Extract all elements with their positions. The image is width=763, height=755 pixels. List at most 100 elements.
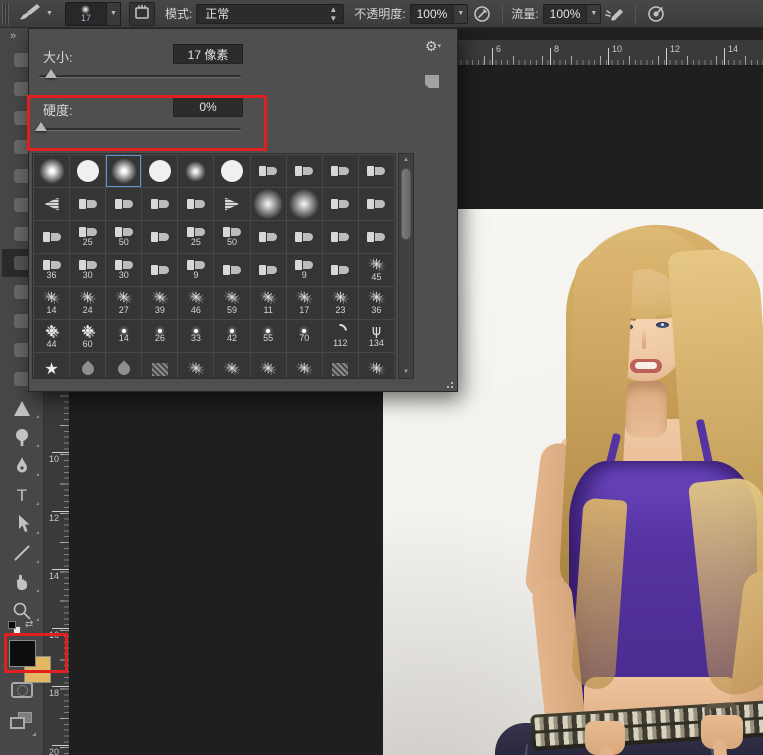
brush-preset[interactable]: [142, 353, 177, 379]
brush-preset[interactable]: ✳23: [323, 287, 358, 319]
screen-mode-button[interactable]: [10, 712, 34, 732]
brush-preset[interactable]: 42: [214, 320, 249, 352]
brush-preset[interactable]: ✳: [178, 353, 213, 379]
brush-preset[interactable]: ✳24: [70, 287, 105, 319]
brush-preset[interactable]: [70, 353, 105, 379]
tool-path-selection[interactable]: [2, 510, 42, 538]
brush-preset[interactable]: [251, 221, 286, 253]
brush-tool-options-button[interactable]: ▼: [17, 1, 53, 26]
brush-preset[interactable]: 14: [106, 320, 141, 352]
brush-preset[interactable]: [214, 155, 249, 187]
brush-preset[interactable]: 112: [323, 320, 358, 352]
brush-preset[interactable]: [251, 188, 286, 220]
resize-grip-icon[interactable]: [444, 379, 453, 388]
brush-preset[interactable]: 30: [70, 254, 105, 286]
airbrush-icon[interactable]: [603, 3, 627, 25]
swap-colors-icon[interactable]: ⇄: [25, 619, 33, 630]
brush-preset[interactable]: [142, 221, 177, 253]
brush-preset[interactable]: [106, 353, 141, 379]
brush-preset[interactable]: ✳36: [359, 287, 394, 319]
new-preset-icon[interactable]: [425, 75, 439, 88]
tool-pen[interactable]: [2, 452, 42, 480]
brush-preset[interactable]: 25: [70, 221, 105, 253]
brush-preset[interactable]: 9: [287, 254, 322, 286]
size-slider-thumb[interactable]: [45, 69, 57, 78]
tool-line[interactable]: [2, 539, 42, 567]
brush-preset[interactable]: [323, 254, 358, 286]
brush-preset[interactable]: ✳45: [359, 254, 394, 286]
panel-menu-button[interactable]: ⚙▾: [425, 39, 441, 55]
opacity-field[interactable]: 100% ▼: [410, 4, 469, 24]
collapse-tools-icon[interactable]: »: [10, 30, 15, 42]
tool-sharpen[interactable]: [2, 394, 42, 422]
brush-preset[interactable]: ✳14: [34, 287, 69, 319]
brush-preset[interactable]: ✳: [251, 353, 286, 379]
brush-preset[interactable]: 30: [106, 254, 141, 286]
brush-preset[interactable]: [70, 155, 105, 187]
options-bar-gripper[interactable]: [2, 3, 9, 25]
brush-preset[interactable]: [70, 188, 105, 220]
quick-mask-button[interactable]: [11, 682, 33, 698]
tablet-opacity-icon[interactable]: [470, 3, 494, 25]
brush-preset[interactable]: [34, 188, 69, 220]
brush-preset[interactable]: [34, 155, 69, 187]
brush-preset[interactable]: 25: [178, 221, 213, 253]
brush-preset[interactable]: [106, 155, 141, 187]
brush-preset[interactable]: [287, 188, 322, 220]
brush-preset[interactable]: [323, 221, 358, 253]
tool-dodge[interactable]: [2, 423, 42, 451]
brush-preset[interactable]: [178, 188, 213, 220]
brush-preset[interactable]: [323, 188, 358, 220]
brush-preset[interactable]: 50: [214, 221, 249, 253]
brush-preset[interactable]: ψ134: [359, 320, 394, 352]
brush-preset[interactable]: ✳39: [142, 287, 177, 319]
brush-preset[interactable]: [323, 353, 358, 379]
brush-picker-caret[interactable]: ▼: [107, 2, 121, 26]
opacity-caret[interactable]: ▼: [453, 5, 467, 23]
flow-field[interactable]: 100% ▼: [543, 4, 602, 24]
brush-preset[interactable]: [142, 155, 177, 187]
scroll-up-icon[interactable]: ▲: [399, 154, 413, 166]
brush-grid-scrollbar[interactable]: ▲ ▼: [398, 153, 414, 379]
scrollbar-thumb[interactable]: [401, 168, 411, 240]
brush-preset-picker-button[interactable]: 17: [65, 2, 107, 26]
brush-preset[interactable]: 33: [178, 320, 213, 352]
brush-preset[interactable]: [214, 254, 249, 286]
tool-hand[interactable]: [2, 568, 42, 596]
brush-preset[interactable]: [34, 221, 69, 253]
flow-caret[interactable]: ▼: [586, 5, 600, 23]
brush-preset[interactable]: 26: [142, 320, 177, 352]
brush-preset[interactable]: 50: [106, 221, 141, 253]
brush-preset[interactable]: [178, 155, 213, 187]
brush-preset[interactable]: ✳: [359, 353, 394, 379]
brush-preset[interactable]: ✳11: [251, 287, 286, 319]
brush-preset[interactable]: 70: [287, 320, 322, 352]
toggle-brush-panel-button[interactable]: [129, 2, 155, 26]
brush-preset[interactable]: [287, 221, 322, 253]
brush-preset[interactable]: ❉44: [34, 320, 69, 352]
brush-preset[interactable]: ✳27: [106, 287, 141, 319]
brush-preset[interactable]: ❉60: [70, 320, 105, 352]
brush-preset[interactable]: ✳59: [214, 287, 249, 319]
brush-preset[interactable]: [214, 188, 249, 220]
brush-preset[interactable]: [323, 155, 358, 187]
brush-preset[interactable]: ✳: [214, 353, 249, 379]
brush-preset[interactable]: [359, 155, 394, 187]
brush-preset[interactable]: ✳46: [178, 287, 213, 319]
mode-select[interactable]: 正常 ▲▼: [196, 4, 344, 24]
brush-preset[interactable]: ✳17: [287, 287, 322, 319]
brush-preset[interactable]: [359, 221, 394, 253]
brush-preset[interactable]: [359, 188, 394, 220]
tool-type[interactable]: T: [2, 481, 42, 509]
brush-preset[interactable]: ✳: [287, 353, 322, 379]
brush-preset[interactable]: 55: [251, 320, 286, 352]
scroll-down-icon[interactable]: ▼: [399, 366, 413, 378]
brush-preset[interactable]: [142, 188, 177, 220]
brush-preset[interactable]: [251, 155, 286, 187]
brush-preset[interactable]: [142, 254, 177, 286]
brush-preset[interactable]: [106, 188, 141, 220]
brush-preset[interactable]: [251, 254, 286, 286]
brush-preset[interactable]: 9: [178, 254, 213, 286]
brush-preset[interactable]: [287, 155, 322, 187]
brush-preset[interactable]: 36: [34, 254, 69, 286]
